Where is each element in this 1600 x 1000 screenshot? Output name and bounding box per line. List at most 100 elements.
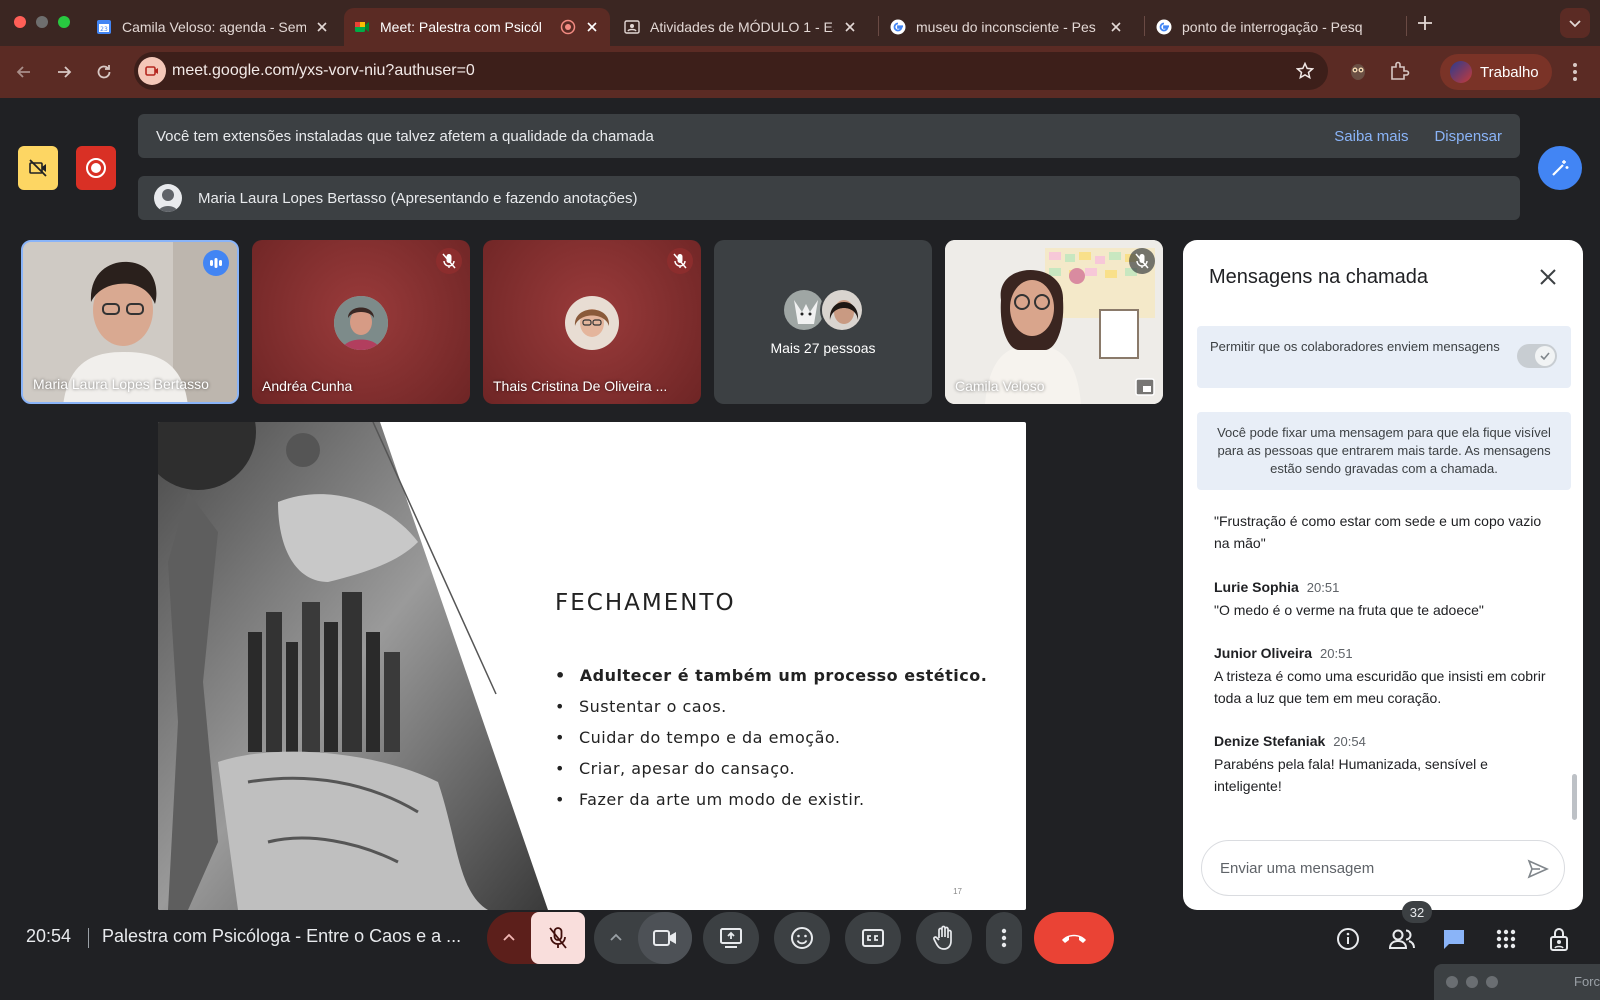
tab-google-search-museu[interactable]: museu do inconsciente - Pes: [880, 8, 1134, 46]
tab-google-search-interrogacao[interactable]: ponto de interrogação - Pesq: [1146, 8, 1404, 46]
end-call-icon: [1062, 934, 1086, 943]
chat-message: "Frustração é como estar com sede e um c…: [1214, 510, 1554, 554]
close-icon: [1540, 269, 1556, 285]
people-count-badge: 32: [1402, 901, 1432, 923]
address-bar[interactable]: meet.google.com/yxs-vorv-niu?authuser=0: [134, 52, 1328, 90]
tab-calendar[interactable]: 23 Camila Veloso: agenda - Sem: [86, 8, 340, 46]
floating-window[interactable]: Forc: [1434, 964, 1600, 1000]
extensions-puzzle-icon[interactable]: [1388, 60, 1410, 82]
captions-button[interactable]: [845, 912, 901, 964]
participant-tile[interactable]: Andréa Cunha: [252, 240, 470, 404]
participant-tile[interactable]: Thais Cristina De Oliveira ...: [483, 240, 701, 404]
chat-message: Junior Oliveira 20:51 A tristeza é como u…: [1214, 642, 1554, 709]
back-button[interactable]: [10, 58, 38, 86]
present-screen-icon: [720, 928, 742, 948]
meeting-details-button[interactable]: [1333, 924, 1363, 954]
dismiss-link[interactable]: Dispensar: [1434, 128, 1502, 145]
slide-bullet: Adultecer é também um processo estético.: [555, 660, 987, 691]
chat-sender: Denize Stefaniak: [1214, 733, 1326, 749]
bookmark-star-icon[interactable]: [1296, 62, 1314, 80]
chevron-up-icon: [610, 933, 622, 941]
tab-title: Atividades de MÓDULO 1 - ES: [650, 19, 834, 35]
close-chat-button[interactable]: [1535, 264, 1561, 290]
close-tab-icon[interactable]: [842, 19, 858, 35]
site-info-button[interactable]: [138, 57, 166, 85]
send-icon[interactable]: [1526, 857, 1550, 881]
close-tab-icon[interactable]: [314, 19, 330, 35]
profile-label: Trabalho: [1480, 63, 1539, 81]
presenter-banner: Maria Laura Lopes Bertasso (Apresentando…: [138, 176, 1520, 220]
window-zoom-button[interactable]: [58, 16, 70, 28]
recording-status-button[interactable]: [18, 146, 58, 190]
host-controls-button[interactable]: [1545, 924, 1575, 954]
close-tab-icon[interactable]: [1108, 19, 1124, 35]
emoji-reactions-button[interactable]: [774, 912, 830, 964]
participant-tile-speaker[interactable]: Maria Laura Lopes Bertasso: [21, 240, 239, 404]
window-control-dot[interactable]: [1466, 976, 1478, 988]
tab-search-button[interactable]: [1560, 8, 1590, 38]
recording-indicator-icon: [560, 19, 576, 35]
tab-title: Meet: Palestra com Psicól: [380, 19, 542, 35]
apps-grid-icon: [1496, 929, 1516, 949]
participant-name: Maria Laura Lopes Bertasso: [33, 376, 209, 392]
window-minimize-button[interactable]: [36, 16, 48, 28]
audio-options-button[interactable]: [495, 924, 523, 952]
more-vert-icon[interactable]: [1572, 62, 1578, 82]
annotate-button[interactable]: [1538, 146, 1582, 190]
reload-button[interactable]: [90, 58, 118, 86]
camera-icon: [653, 930, 676, 946]
more-options-button[interactable]: [986, 912, 1022, 964]
participant-tile-self[interactable]: Camila Veloso: [945, 240, 1163, 404]
chat-scrollbar[interactable]: [1572, 774, 1577, 820]
mic-off-icon: [549, 927, 567, 949]
window-control-dot[interactable]: [1486, 976, 1498, 988]
audio-bars-icon: [210, 258, 222, 268]
camera-recording-icon: [145, 66, 158, 76]
slide-bullet-list: Adultecer é também um processo estético.…: [555, 660, 987, 815]
chevron-up-icon: [503, 933, 515, 941]
mic-toggle-button[interactable]: [531, 912, 585, 964]
presenter-avatar: [154, 184, 182, 212]
video-options-button[interactable]: [602, 924, 630, 952]
profile-button[interactable]: Trabalho: [1440, 54, 1552, 90]
present-screen-button[interactable]: [703, 912, 759, 964]
tab-classroom[interactable]: Atividades de MÓDULO 1 - ES: [614, 8, 868, 46]
close-tab-icon[interactable]: [584, 19, 600, 35]
chat-message: Lurie Sophia 20:51 "O medo é o verme na f…: [1214, 576, 1554, 621]
tab-meet[interactable]: Meet: Palestra com Psicól: [344, 8, 610, 46]
raise-hand-button[interactable]: [916, 912, 972, 964]
chat-time: 20:51: [1320, 646, 1353, 661]
check-icon: [1540, 352, 1550, 361]
speaking-indicator: [203, 250, 229, 276]
magic-pen-icon: [1552, 160, 1569, 176]
forward-button[interactable]: [50, 58, 78, 86]
avatar: [565, 296, 619, 350]
picture-in-picture-icon[interactable]: [1135, 378, 1155, 396]
closed-captions-icon: [862, 929, 884, 947]
chat-permission-setting: Permitir que os colaboradores enviem men…: [1197, 326, 1571, 388]
slide-title: FECHAMENTO: [555, 590, 736, 616]
recording-indicator-button[interactable]: [76, 146, 116, 190]
window-close-button[interactable]: [14, 16, 26, 28]
meet-window: Você tem extensões instaladas que talvez…: [0, 98, 1600, 1000]
leave-call-button[interactable]: [1034, 912, 1114, 964]
plus-icon[interactable]: [1416, 14, 1434, 32]
avatar: [334, 296, 388, 350]
more-participants-label: Mais 27 pessoas: [770, 340, 876, 356]
participant-name: Thais Cristina De Oliveira ...: [493, 378, 668, 394]
chat-button[interactable]: [1439, 924, 1469, 954]
window-control-dot[interactable]: [1446, 976, 1458, 988]
more-participants-tile[interactable]: Mais 27 pessoas: [714, 240, 932, 404]
tab-separator: [878, 16, 879, 36]
activities-button[interactable]: [1491, 924, 1521, 954]
chat-message-input[interactable]: Enviar uma mensagem: [1201, 840, 1565, 896]
people-button[interactable]: [1387, 924, 1417, 954]
tab-title: museu do inconsciente - Pes: [916, 19, 1096, 35]
browser-tab-bar: 23 Camila Veloso: agenda - Sem Meet: Pal…: [0, 0, 1600, 46]
camera-toggle-button[interactable]: [638, 912, 692, 964]
info-icon: [1337, 928, 1359, 950]
owl-extension-icon[interactable]: [1348, 60, 1368, 82]
camera-control-group: [594, 912, 692, 964]
learn-more-link[interactable]: Saiba mais: [1334, 128, 1408, 145]
chat-permission-toggle[interactable]: [1517, 344, 1557, 368]
